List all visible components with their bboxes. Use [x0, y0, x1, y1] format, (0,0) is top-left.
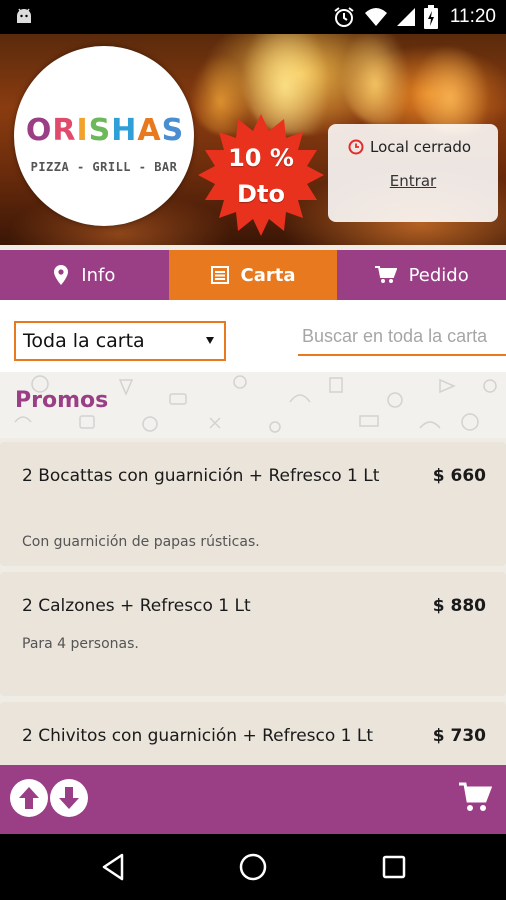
search-input[interactable]: [298, 318, 506, 356]
restaurant-logo: ORISHAS PIZZA - GRILL - BAR: [14, 46, 194, 226]
alarm-icon: [334, 7, 354, 27]
recents-icon[interactable]: [376, 849, 412, 885]
item-name: 2 Chivitos con guarnición + Refresco 1 L…: [22, 726, 374, 746]
menu-item-card[interactable]: 2 Bocattas con guarnición + Refresco 1 L…: [0, 442, 506, 566]
item-description: Con guarnición de papas rústicas.: [22, 534, 260, 550]
bottom-action-bar: [0, 765, 506, 834]
app-screen: ORISHAS PIZZA - GRILL - BAR 10 % Dto Loc…: [0, 34, 506, 834]
clock-icon: [348, 139, 364, 155]
system-nav-bar: [0, 834, 506, 900]
scroll-up-button[interactable]: [10, 779, 48, 817]
tab-info[interactable]: Info: [0, 250, 169, 300]
status-bar: 11:20: [0, 0, 506, 34]
menu-list-icon: [210, 266, 229, 284]
tab-info-label: Info: [81, 264, 116, 286]
store-status-box: Local cerrado Entrar: [328, 124, 498, 222]
dropdown-arrow-icon: [206, 337, 214, 344]
wifi-icon: [364, 8, 387, 26]
discount-badge: 10 % Dto: [196, 114, 326, 236]
section-title: Promos: [15, 388, 109, 413]
cart-icon: [459, 782, 493, 811]
tab-pedido-label: Pedido: [408, 264, 469, 286]
item-price: $ 660: [432, 466, 486, 486]
menu-item-card[interactable]: 2 Calzones + Refresco 1 Lt $ 880 Para 4 …: [0, 572, 506, 696]
arrow-up-icon: [19, 787, 39, 809]
android-icon: [17, 8, 31, 23]
back-icon[interactable]: [96, 849, 132, 885]
item-price: $ 880: [432, 596, 486, 616]
scroll-down-button[interactable]: [50, 779, 88, 817]
home-icon[interactable]: [235, 849, 271, 885]
tab-pedido[interactable]: Pedido: [337, 250, 506, 300]
tab-bar: Info Carta Pedido: [0, 250, 506, 300]
category-select-value: Toda la carta: [23, 330, 145, 352]
item-name: 2 Calzones + Refresco 1 Lt: [22, 596, 251, 616]
tab-carta-label: Carta: [240, 264, 296, 286]
signal-icon: [396, 8, 415, 26]
header-banner: ORISHAS PIZZA - GRILL - BAR 10 % Dto Loc…: [0, 34, 506, 245]
cart-button[interactable]: [458, 780, 493, 814]
enter-link[interactable]: Entrar: [328, 172, 498, 190]
category-select[interactable]: Toda la carta: [14, 321, 226, 361]
item-name: 2 Bocattas con guarnición + Refresco 1 L…: [22, 466, 380, 486]
location-pin-icon: [54, 265, 69, 285]
discount-label: Dto: [237, 180, 285, 208]
logo-tagline: PIZZA - GRILL - BAR: [30, 160, 178, 174]
item-description: Para 4 personas.: [22, 636, 139, 652]
cart-icon: [374, 266, 397, 283]
filter-row: Toda la carta: [0, 300, 506, 372]
arrow-down-icon: [59, 787, 79, 809]
clock-time: 11:20: [449, 6, 496, 27]
logo-wordmark: ORISHAS: [25, 113, 185, 148]
item-price: $ 730: [432, 726, 486, 746]
tab-carta[interactable]: Carta: [168, 250, 338, 300]
battery-charging-icon: [423, 5, 438, 29]
store-status-label: Local cerrado: [370, 138, 472, 156]
discount-percent: 10 %: [228, 144, 294, 172]
section-header: Promos: [0, 372, 506, 438]
